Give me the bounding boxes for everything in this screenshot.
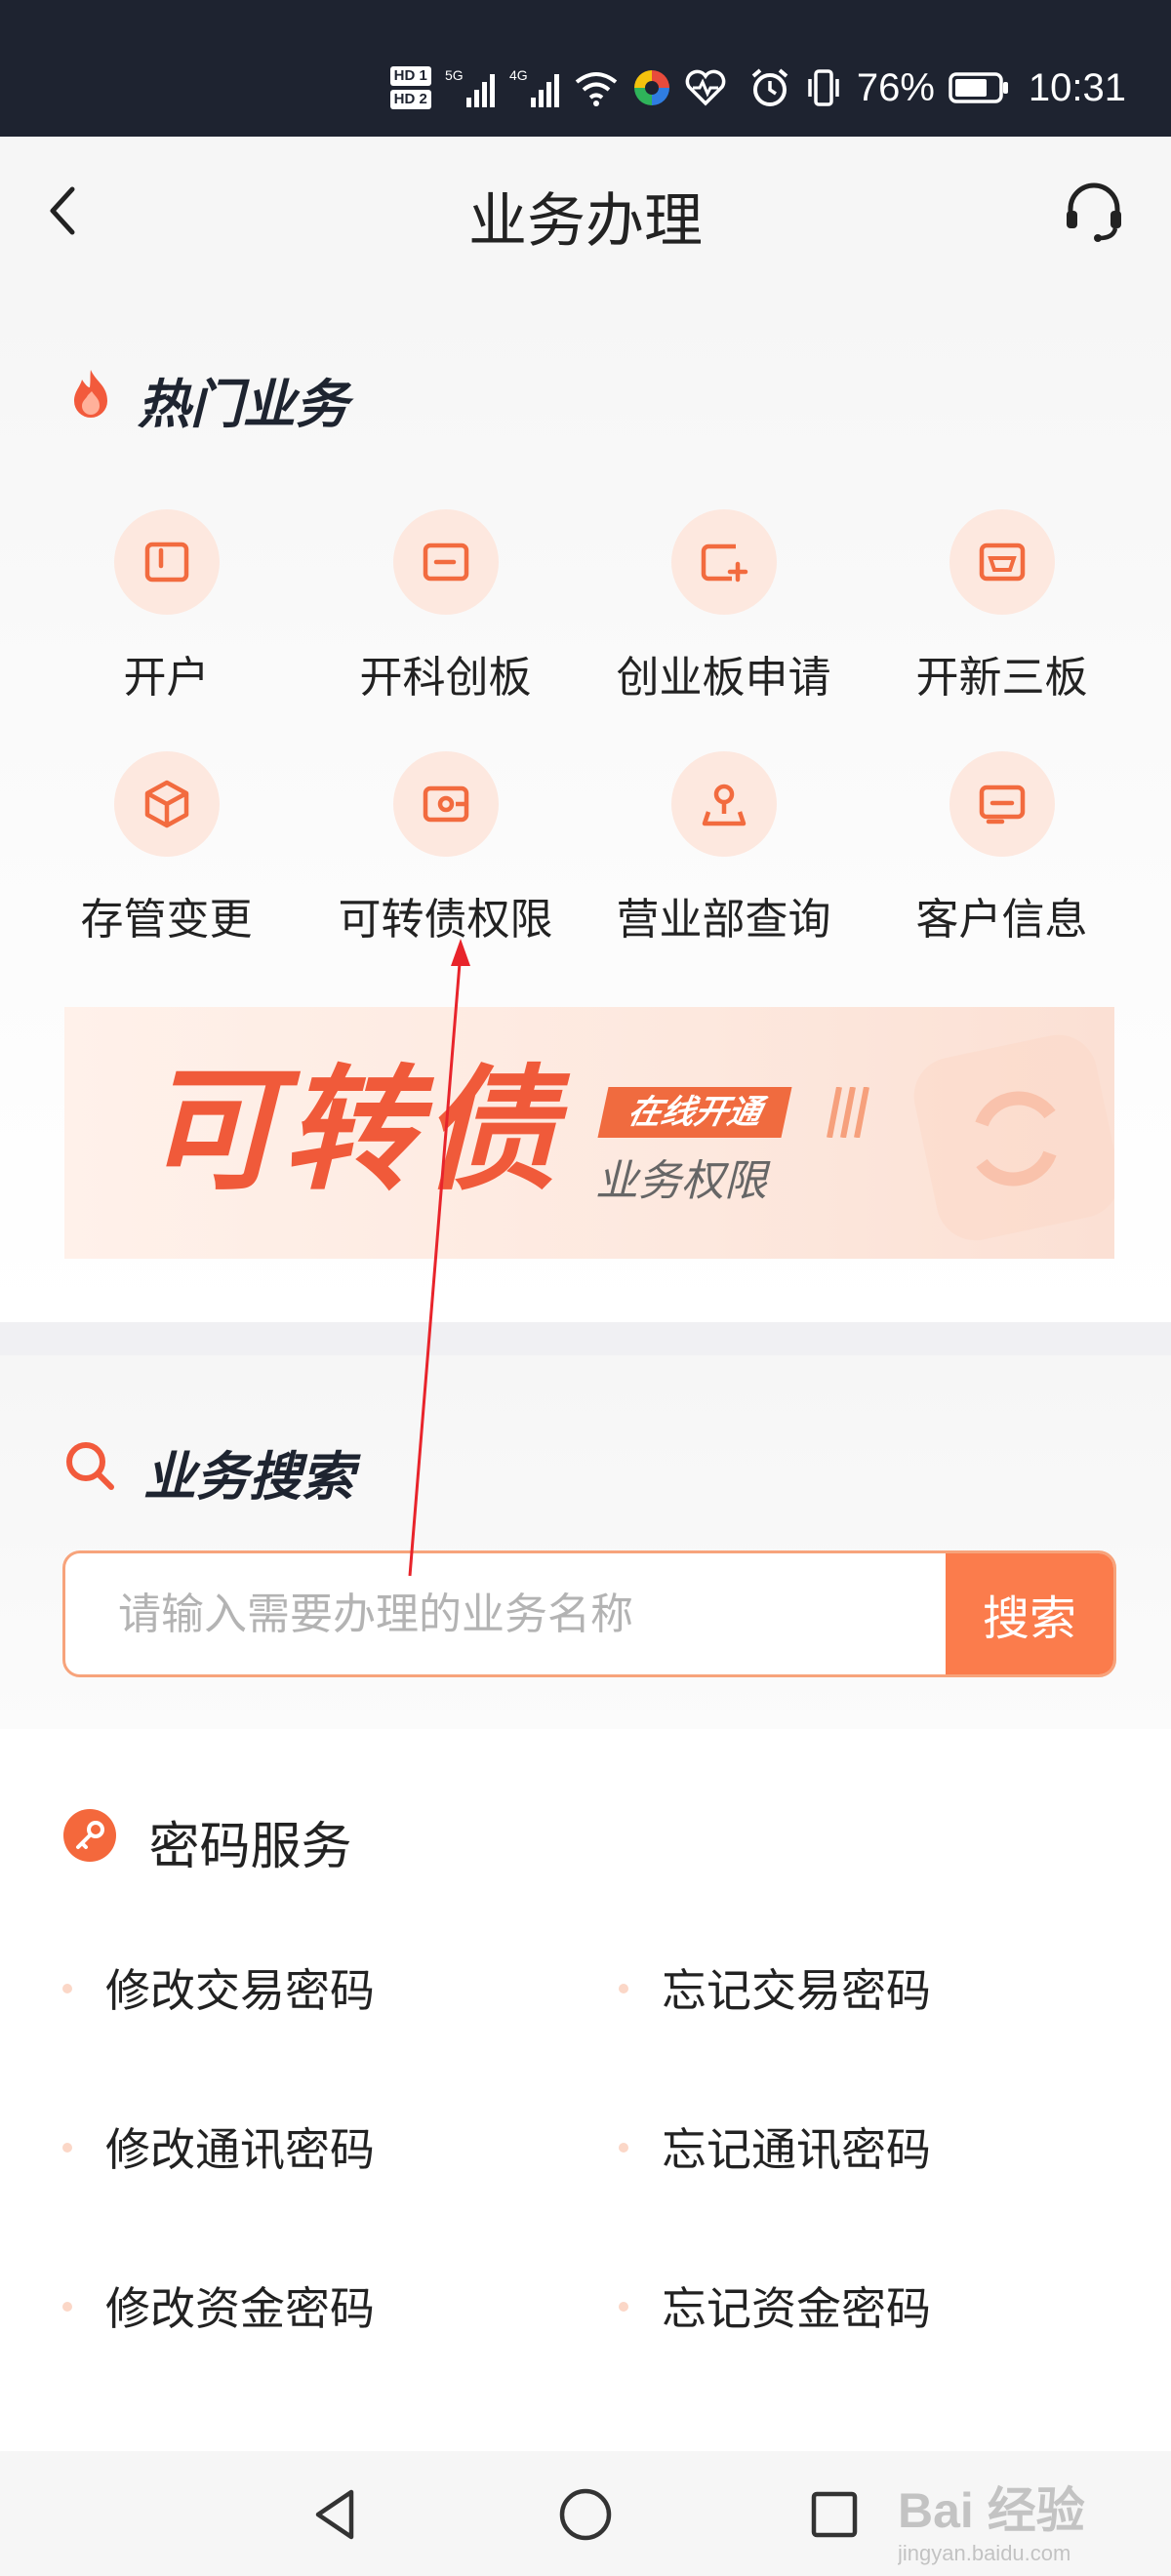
password-item-modify-fund[interactable]: 修改资金密码 — [62, 2274, 375, 2338]
search-box: 搜索 — [62, 1550, 1116, 1677]
banner-title: 可转债 — [144, 1052, 561, 1209]
refresh-decoration-icon — [913, 1034, 1114, 1241]
password-item-forgot-comm[interactable]: 忘记通讯密码 — [619, 2114, 931, 2179]
signal-5g-icon: 5G — [445, 66, 496, 109]
password-item-label: 修改交易密码 — [105, 1964, 375, 2017]
status-bar: HD 1 HD 2 5G 4G 76% 10:31 — [0, 0, 1171, 137]
search-title: 业务搜索 — [142, 1446, 354, 1508]
box-icon — [113, 751, 220, 857]
service-label: 开户 — [123, 653, 210, 703]
gem-apply-icon — [670, 509, 777, 615]
service-label: 可转债权限 — [338, 895, 553, 945]
key-icon — [62, 1808, 117, 1875]
password-item-label: 忘记交易密码 — [662, 1964, 931, 2017]
hot-services-title: 热门业务 — [137, 374, 348, 435]
open-account-icon — [113, 509, 220, 615]
bullet-dot — [619, 2142, 628, 2153]
app-colorful-icon — [632, 68, 671, 107]
hd1-label: HD 1 — [389, 66, 431, 86]
alarm-icon — [749, 67, 790, 108]
password-item-forgot-trade[interactable]: 忘记交易密码 — [619, 1955, 931, 2020]
service-item-gem-apply[interactable]: 创业板申请 — [585, 509, 863, 734]
headset-icon — [1067, 182, 1121, 242]
service-item-convertible-bond[interactable]: 可转债权限 — [306, 751, 585, 976]
section-divider — [0, 1322, 1171, 1355]
triangle-back-icon — [315, 2489, 354, 2540]
signal-4g-icon: 4G — [509, 66, 560, 109]
banner-subtitle: 业务权限 — [595, 1156, 767, 1206]
password-item-forgot-fund[interactable]: 忘记资金密码 — [619, 2274, 931, 2338]
vibrate-icon — [804, 67, 843, 108]
hd2-label: HD 2 — [389, 90, 431, 109]
password-item-modify-comm[interactable]: 修改通讯密码 — [62, 2114, 375, 2179]
star-market-icon — [392, 509, 499, 615]
service-item-customer-info[interactable]: 客户信息 — [863, 751, 1141, 976]
banner-tag: 在线开通 — [597, 1087, 792, 1138]
hd-indicator: HD 1 HD 2 — [389, 66, 431, 109]
bullet-dot — [619, 1983, 628, 1993]
svg-text:Bai 经验: Bai 经验 — [898, 2483, 1085, 2538]
convertible-bond-banner[interactable]: 可转债 在线开通 业务权限 — [64, 1007, 1114, 1259]
password-item-label: 忘记资金密码 — [662, 2282, 931, 2335]
search-header: 业务搜索 — [62, 1433, 354, 1510]
svg-text:5G: 5G — [445, 67, 464, 83]
battery-percent: 76% — [856, 65, 935, 109]
page-title: 业务办理 — [468, 187, 703, 256]
flame-icon — [66, 366, 115, 433]
service-item-neeq[interactable]: 开新三板 — [863, 509, 1141, 734]
password-services-section: 密码服务 修改交易密码 忘记交易密码 修改通讯密码 忘记通讯密码 修改资金密码 … — [0, 1729, 1171, 2451]
service-label: 营业部查询 — [616, 895, 831, 945]
password-item-modify-trade[interactable]: 修改交易密码 — [62, 1955, 375, 2020]
service-label: 客户信息 — [915, 895, 1088, 945]
service-label: 开新三板 — [915, 653, 1088, 703]
stripes-decoration — [827, 1087, 869, 1138]
customer-info-icon — [949, 751, 1055, 857]
password-services-title: 密码服务 — [148, 1818, 352, 1876]
baidu-jingyan-watermark: Bai 经验 jingyan.baidu.com — [897, 2459, 1132, 2566]
bullet-dot — [62, 2301, 72, 2312]
svg-text:4G: 4G — [509, 67, 528, 83]
password-item-label: 忘记通讯密码 — [662, 2123, 931, 2176]
bullet-dot — [62, 2142, 72, 2153]
password-services-header: 密码服务 — [62, 1805, 352, 1878]
nav-recents-button[interactable] — [800, 2480, 868, 2549]
header: 业务办理 — [0, 137, 1171, 283]
service-label: 开科创板 — [359, 653, 532, 703]
bullet-dot — [619, 2301, 628, 2312]
password-item-label: 修改资金密码 — [105, 2282, 375, 2335]
wallet-icon — [392, 751, 499, 857]
svg-text:jingyan.baidu.com: jingyan.baidu.com — [898, 2541, 1070, 2565]
service-item-star-market[interactable]: 开科创板 — [306, 509, 585, 734]
service-item-branch-query[interactable]: 营业部查询 — [585, 751, 863, 976]
service-label: 存管变更 — [80, 895, 253, 945]
search-button[interactable]: 搜索 — [946, 1553, 1113, 1674]
password-item-label: 修改通讯密码 — [105, 2123, 375, 2176]
status-icons: HD 1 HD 2 5G 4G 76% 10:31 — [389, 59, 1126, 117]
bullet-dot — [62, 1983, 72, 1993]
search-icon — [62, 1438, 117, 1506]
service-item-open-account[interactable]: 开户 — [27, 509, 305, 734]
hot-services-header: 热门业务 — [66, 361, 348, 438]
circle-home-icon — [559, 2488, 612, 2541]
location-pin-icon — [670, 751, 777, 857]
search-input[interactable] — [65, 1553, 944, 1674]
heart-rate-icon — [685, 69, 726, 106]
battery-icon — [949, 71, 1009, 104]
neeq-icon — [949, 509, 1055, 615]
service-label: 创业板申请 — [616, 653, 831, 703]
search-section: 业务搜索 搜索 — [0, 1355, 1171, 1729]
square-recents-icon — [811, 2491, 858, 2538]
service-item-custody-change[interactable]: 存管变更 — [27, 751, 305, 976]
customer-service-button[interactable] — [1059, 176, 1129, 246]
nav-back-button[interactable] — [303, 2480, 371, 2549]
wifi-icon — [574, 68, 619, 107]
nav-home-button[interactable] — [551, 2480, 620, 2549]
clock-time: 10:31 — [1028, 65, 1126, 109]
